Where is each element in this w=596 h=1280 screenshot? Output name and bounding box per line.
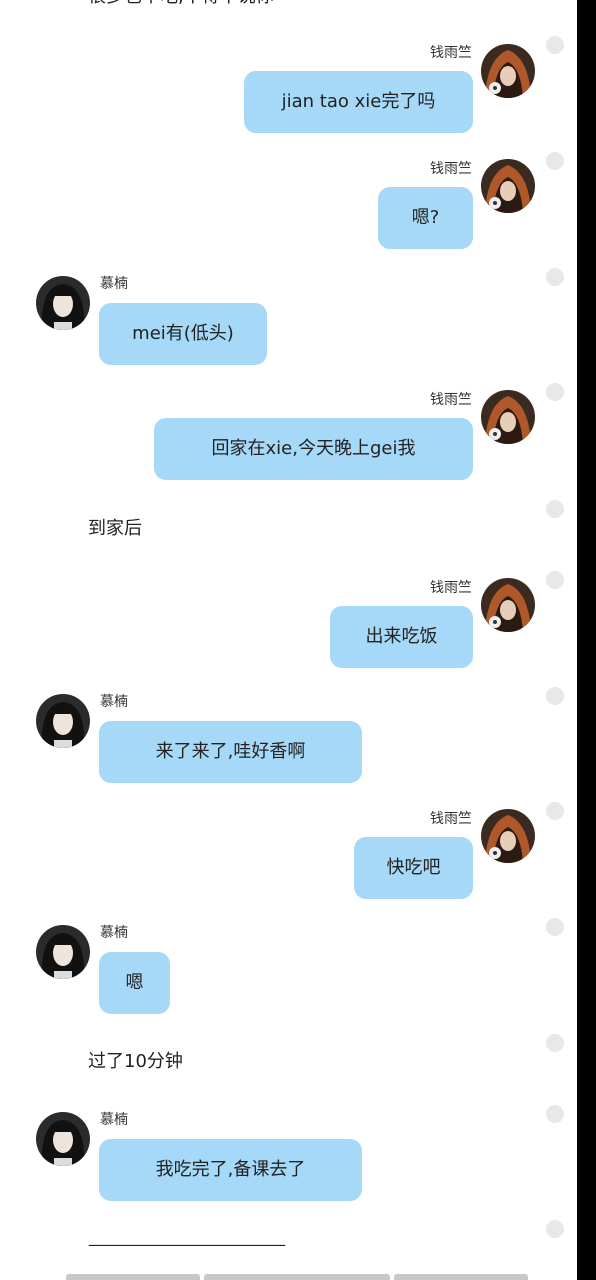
- message-bubble[interactable]: 嗯?: [378, 187, 473, 249]
- select-dot[interactable]: [546, 687, 564, 705]
- hooded-avatar-icon[interactable]: [481, 44, 535, 98]
- narration-text: 过了10分钟: [88, 1051, 183, 1072]
- message-bubble[interactable]: 我吃完了,备课去了: [99, 1139, 362, 1201]
- hooded-avatar-icon[interactable]: [481, 390, 535, 444]
- select-dot[interactable]: [546, 1220, 564, 1238]
- select-dot[interactable]: [546, 268, 564, 286]
- girl-avatar-icon[interactable]: [36, 1112, 90, 1166]
- sender-name: 钱雨竺: [430, 45, 472, 61]
- sender-name: 慕楠: [100, 1112, 128, 1128]
- scrollbar[interactable]: [577, 0, 596, 1280]
- bottom-bar-segment: [66, 1274, 200, 1280]
- chat-panel: 很多也不吃,不得不说你 钱雨竺 jian tao xie完了吗 钱雨竺 嗯? 慕…: [0, 0, 577, 1280]
- sender-name: 慕楠: [100, 694, 128, 710]
- message-bubble[interactable]: 回家在xie,今天晚上gei我: [154, 418, 473, 480]
- bottom-bar-segment: [394, 1274, 528, 1280]
- message-bubble[interactable]: 来了来了,哇好香啊: [99, 721, 362, 783]
- sender-name: 钱雨竺: [430, 811, 472, 827]
- sender-name: 钱雨竺: [430, 161, 472, 177]
- girl-avatar-icon[interactable]: [36, 925, 90, 979]
- divider-text: ——————————————: [88, 1235, 286, 1254]
- message-bubble[interactable]: jian tao xie完了吗: [244, 71, 473, 133]
- sender-name: 钱雨竺: [430, 580, 472, 596]
- girl-avatar-icon[interactable]: [36, 276, 90, 330]
- select-dot[interactable]: [546, 1105, 564, 1123]
- message-bubble[interactable]: 快吃吧: [354, 837, 473, 899]
- select-dot[interactable]: [546, 152, 564, 170]
- sender-name: 钱雨竺: [430, 392, 472, 408]
- hooded-avatar-icon[interactable]: [481, 578, 535, 632]
- message-bubble[interactable]: 嗯: [99, 952, 170, 1014]
- hooded-avatar-icon[interactable]: [481, 809, 535, 863]
- bottom-bar-segment: [204, 1274, 390, 1280]
- select-dot[interactable]: [546, 1034, 564, 1052]
- select-dot[interactable]: [546, 36, 564, 54]
- message-bubble[interactable]: 出来吃饭: [330, 606, 473, 668]
- sender-name: 慕楠: [100, 276, 128, 292]
- hooded-avatar-icon[interactable]: [481, 159, 535, 213]
- girl-avatar-icon[interactable]: [36, 694, 90, 748]
- select-dot[interactable]: [546, 918, 564, 936]
- top-partial-text: 很多也不吃,不得不说你: [88, 0, 274, 10]
- message-bubble[interactable]: mei有(低头): [99, 303, 267, 365]
- select-dot[interactable]: [546, 383, 564, 401]
- select-dot[interactable]: [546, 802, 564, 820]
- select-dot[interactable]: [546, 571, 564, 589]
- narration-text: 到家后: [88, 518, 142, 539]
- select-dot[interactable]: [546, 500, 564, 518]
- sender-name: 慕楠: [100, 925, 128, 941]
